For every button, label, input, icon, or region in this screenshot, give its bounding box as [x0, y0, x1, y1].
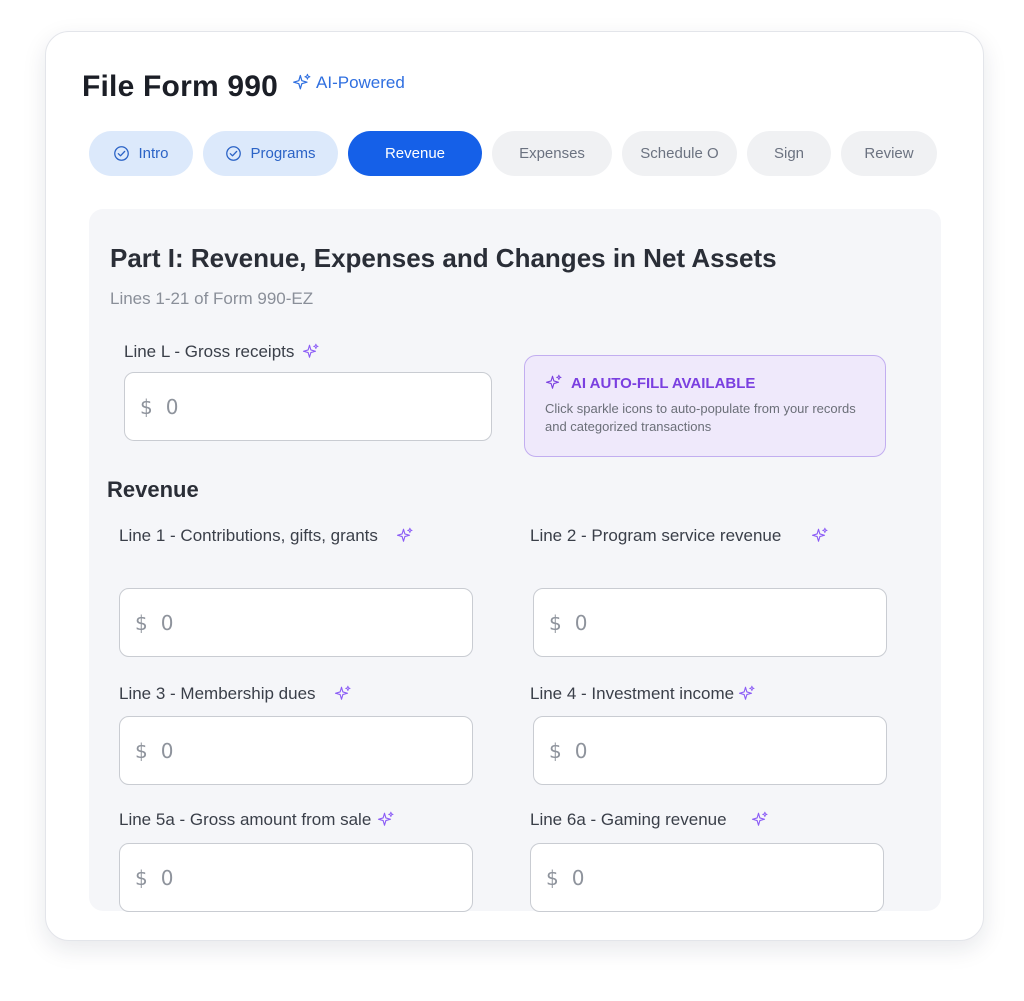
check-circle-icon — [225, 145, 242, 162]
tab-revenue[interactable]: Revenue — [348, 131, 482, 176]
field-label-text: Line 1 - Contributions, gifts, grants — [119, 526, 378, 545]
line-5a-label: Line 5a - Gross amount from sale — [119, 810, 395, 830]
sparkle-icon[interactable] — [396, 527, 414, 545]
field-label-text: Line 5a - Gross amount from sale — [119, 810, 372, 829]
currency-symbol: $ — [135, 865, 149, 890]
sparkle-icon[interactable] — [751, 811, 769, 829]
field-label-text: Line 2 - Program service revenue — [530, 526, 782, 545]
field-value: 0 — [574, 610, 589, 635]
tab-label: Schedule O — [640, 145, 719, 162]
line-1-input[interactable]: $ 0 — [119, 588, 473, 657]
field-value: 0 — [574, 738, 589, 763]
form-card: File Form 990 AI-Powered Intro Programs … — [45, 31, 984, 941]
autofill-description: Click sparkle icons to auto-populate fro… — [545, 401, 856, 434]
line-3-input[interactable]: $ 0 — [119, 716, 473, 785]
line-6a-label: Line 6a - Gaming revenue — [530, 810, 769, 830]
page-title: File Form 990 — [82, 70, 279, 103]
tab-programs[interactable]: Programs — [203, 131, 338, 176]
tab-label: Expenses — [519, 145, 585, 162]
sparkle-icon — [545, 374, 563, 392]
line-1-label: Line 1 - Contributions, gifts, grants — [119, 526, 414, 546]
ai-powered-label: AI-Powered — [316, 73, 405, 92]
autofill-title: AI AUTO-FILL AVAILABLE — [571, 374, 756, 392]
currency-symbol: $ — [549, 738, 563, 763]
line-6a-input[interactable]: $ 0 — [530, 843, 884, 912]
step-tabs: Intro Programs Revenue Expenses Schedule… — [89, 131, 937, 176]
line-5a-input[interactable]: $ 0 — [119, 843, 473, 912]
tab-label: Revenue — [384, 145, 446, 162]
field-value: 0 — [160, 738, 175, 763]
gross-receipts-input[interactable]: $ 0 — [124, 372, 492, 441]
currency-symbol: $ — [140, 394, 154, 419]
tab-label: Programs — [250, 145, 316, 162]
tab-expenses[interactable]: Expenses — [492, 131, 612, 176]
autofill-heading: AI AUTO-FILL AVAILABLE — [545, 374, 865, 392]
field-label-text: Line 3 - Membership dues — [119, 684, 316, 703]
line-2-label: Line 2 - Program service revenue — [530, 526, 829, 546]
field-value: 0 — [160, 865, 175, 890]
part-subtitle: Lines 1-21 of Form 990-EZ — [110, 289, 314, 308]
sparkle-icon[interactable] — [302, 343, 320, 361]
line-3-label: Line 3 - Membership dues — [119, 684, 352, 704]
sparkle-icon[interactable] — [334, 685, 352, 703]
ai-powered-badge: AI-Powered — [292, 73, 405, 93]
check-circle-icon — [113, 145, 130, 162]
revenue-section-title: Revenue — [107, 477, 199, 502]
tab-sign[interactable]: Sign — [747, 131, 831, 176]
field-label-text: Line L - Gross receipts — [124, 342, 295, 361]
currency-symbol: $ — [549, 610, 563, 635]
field-value: 0 — [571, 865, 586, 890]
line-4-input[interactable]: $ 0 — [533, 716, 887, 785]
ai-autofill-callout: AI AUTO-FILL AVAILABLE Click sparkle ico… — [524, 355, 886, 457]
line-2-input[interactable]: $ 0 — [533, 588, 887, 657]
sparkle-icon[interactable] — [811, 527, 829, 545]
field-value: 0 — [165, 394, 180, 419]
tab-review[interactable]: Review — [841, 131, 937, 176]
field-label-text: Line 6a - Gaming revenue — [530, 810, 727, 829]
title-row: File Form 990 AI-Powered — [82, 70, 405, 104]
field-label-text: Line 4 - Investment income — [530, 684, 735, 703]
currency-symbol: $ — [135, 738, 149, 763]
line-4-label: Line 4 - Investment income — [530, 684, 756, 704]
sparkle-icon[interactable] — [377, 811, 395, 829]
tab-schedule-o[interactable]: Schedule O — [622, 131, 737, 176]
part-title: Part I: Revenue, Expenses and Changes in… — [110, 243, 777, 273]
currency-symbol: $ — [135, 610, 149, 635]
field-value: 0 — [160, 610, 175, 635]
revenue-panel: Part I: Revenue, Expenses and Changes in… — [89, 209, 941, 912]
tab-intro[interactable]: Intro — [89, 131, 193, 176]
gross-receipts-label: Line L - Gross receipts — [124, 342, 320, 362]
tab-label: Review — [864, 145, 914, 162]
currency-symbol: $ — [546, 865, 560, 890]
sparkle-icon[interactable] — [738, 685, 756, 703]
tab-label: Sign — [773, 145, 805, 162]
tab-label: Intro — [138, 145, 169, 162]
sparkle-icon — [292, 73, 312, 93]
